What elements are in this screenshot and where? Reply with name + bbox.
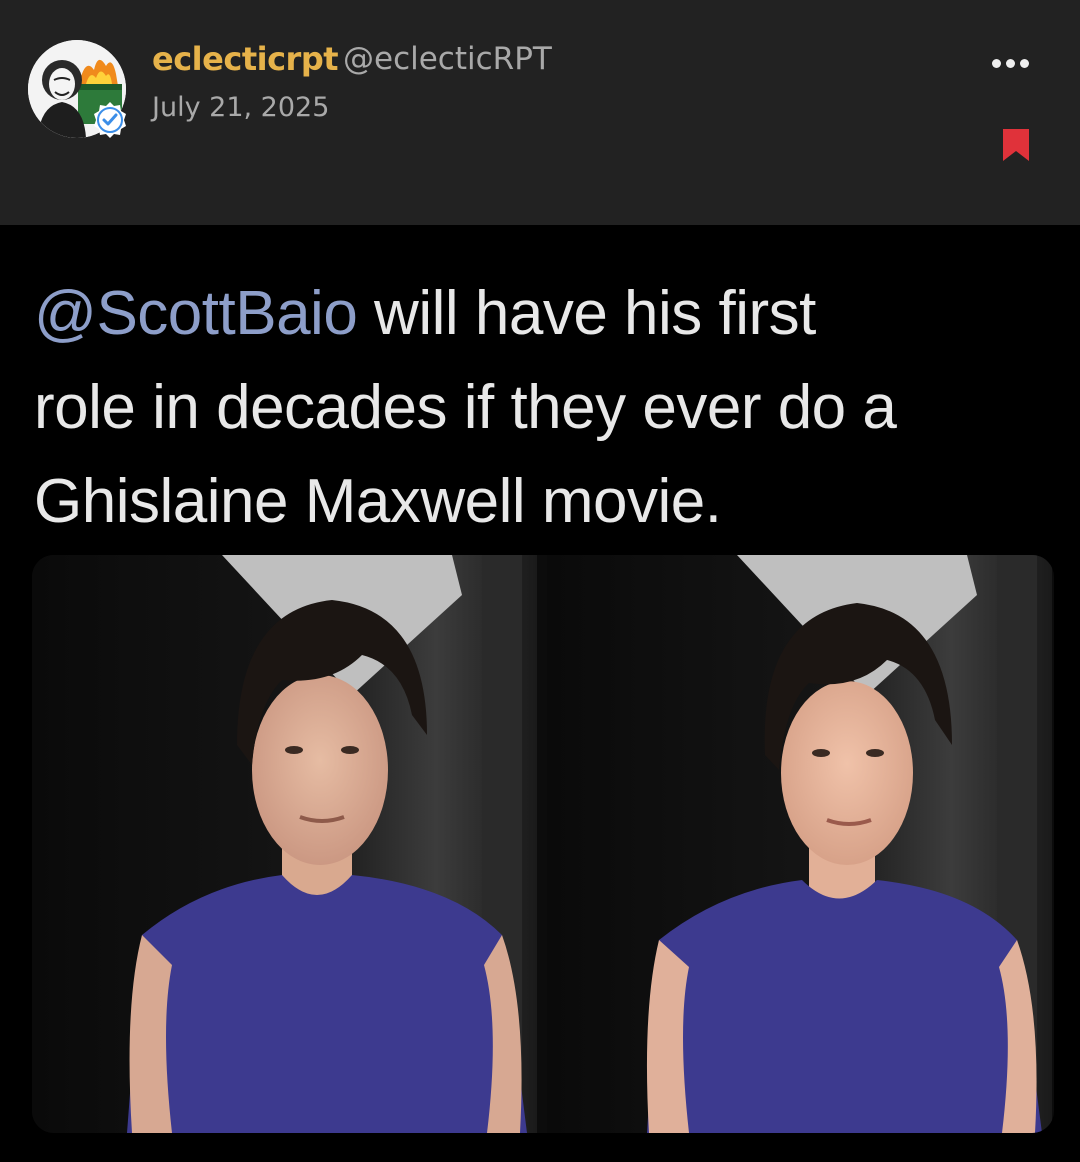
- tweet-line-2: role in decades if they ever do a: [34, 373, 897, 442]
- post-body: @ScottBaio will have his first role in d…: [0, 225, 1080, 1162]
- tweet-text: @ScottBaio will have his first role in d…: [34, 267, 1064, 549]
- verified-badge-icon: [94, 102, 126, 138]
- post-date: July 21, 2025: [152, 92, 330, 123]
- post-image[interactable]: [32, 555, 1054, 1133]
- post-header: eclecticrpt @eclecticRPT July 21, 2025: [0, 0, 1080, 225]
- mention-link[interactable]: @ScottBaio: [34, 279, 358, 348]
- more-options-icon: [991, 58, 1001, 68]
- photo-man-icon: [32, 555, 537, 1133]
- more-options-icon: [1005, 58, 1015, 68]
- tweet-line-3: Ghislaine Maxwell movie.: [34, 467, 722, 536]
- more-options-icon: [1019, 58, 1029, 68]
- bookmark-icon[interactable]: [1001, 127, 1031, 163]
- photo-left: [32, 555, 537, 1133]
- tweet-line-1: will have his first: [357, 279, 816, 348]
- photo-right: [547, 555, 1052, 1133]
- author-avatar[interactable]: [28, 40, 126, 138]
- photo-woman-icon: [547, 555, 1052, 1133]
- author-display-name[interactable]: eclecticrpt: [152, 40, 339, 78]
- more-options-button[interactable]: [986, 48, 1034, 78]
- author-handle[interactable]: @eclecticRPT: [343, 41, 552, 77]
